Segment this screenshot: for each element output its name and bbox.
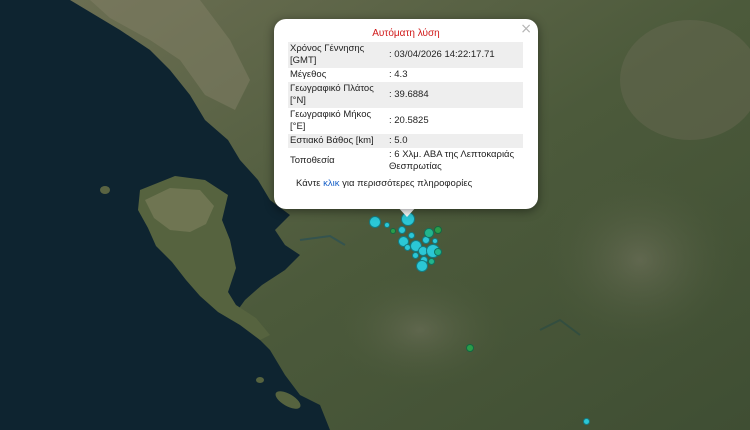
table-row: Εστιακό Βάθος [km] : 5.0 <box>288 134 523 148</box>
origin-time-value: : 03/04/2026 14:22:17.71 <box>389 49 495 60</box>
earthquake-marker[interactable] <box>583 418 590 425</box>
earthquake-marker[interactable] <box>466 344 474 352</box>
more-info-text: Κάντε κλικ για περισσότερες πληροφορίες <box>296 178 524 189</box>
location-value: : 6 Χλμ. ΑΒΑ της Λεπτοκαριάς Θεσπρωτίας <box>389 149 515 172</box>
depth-label: Εστιακό Βάθος [km] <box>290 135 374 146</box>
earthquake-marker[interactable] <box>434 248 442 256</box>
earthquake-marker[interactable] <box>404 244 411 251</box>
earthquake-marker[interactable] <box>428 258 435 265</box>
more-info-link[interactable]: κλικ <box>323 178 339 189</box>
table-row: Τοποθεσία : 6 Χλμ. ΑΒΑ της Λεπτοκαριάς Θ… <box>288 148 523 174</box>
table-row: Γεωγραφικό Μήκος [°E] : 20.5825 <box>288 108 523 134</box>
table-row: Χρόνος Γέννησης [GMT] : 03/04/2026 14:22… <box>288 42 523 68</box>
latitude-label: Γεωγραφικό Πλάτος [°N] <box>290 83 374 106</box>
earthquake-marker[interactable] <box>412 252 419 259</box>
earthquake-info-popup: × Αυτόματη λύση Χρόνος Γέννησης [GMT] : … <box>274 19 538 209</box>
earthquake-marker[interactable] <box>408 232 415 239</box>
more-info-prefix: Κάντε <box>296 178 321 189</box>
depth-value: : 5.0 <box>389 135 408 146</box>
latitude-value: : 39.6884 <box>389 89 429 100</box>
earthquake-marker[interactable] <box>424 228 434 238</box>
earthquake-marker[interactable] <box>434 226 442 234</box>
origin-time-label: Χρόνος Γέννησης [GMT] <box>290 43 365 66</box>
earthquake-marker[interactable] <box>398 226 406 234</box>
table-row: Γεωγραφικό Πλάτος [°N] : 39.6884 <box>288 82 523 108</box>
longitude-value: : 20.5825 <box>389 115 429 126</box>
earthquake-marker[interactable] <box>432 238 438 244</box>
earthquake-marker[interactable] <box>369 216 381 228</box>
earthquake-marker[interactable] <box>390 228 396 234</box>
magnitude-value: : 4.3 <box>389 69 408 80</box>
map-view[interactable]: × Αυτόματη λύση Χρόνος Γέννησης [GMT] : … <box>0 0 750 430</box>
more-info-suffix: για περισσότερες πληροφορίες <box>342 178 473 189</box>
location-label: Τοποθεσία <box>290 155 335 166</box>
magnitude-label: Μέγεθος <box>290 69 327 80</box>
earthquake-info-table: Χρόνος Γέννησης [GMT] : 03/04/2026 14:22… <box>288 42 523 174</box>
longitude-label: Γεωγραφικό Μήκος [°E] <box>290 109 372 132</box>
earthquake-marker[interactable] <box>384 222 390 228</box>
popup-title: Αυτόματη λύση <box>372 28 440 39</box>
earthquake-marker[interactable] <box>416 260 428 272</box>
close-icon[interactable]: × <box>520 22 532 36</box>
table-row: Μέγεθος : 4.3 <box>288 68 523 82</box>
